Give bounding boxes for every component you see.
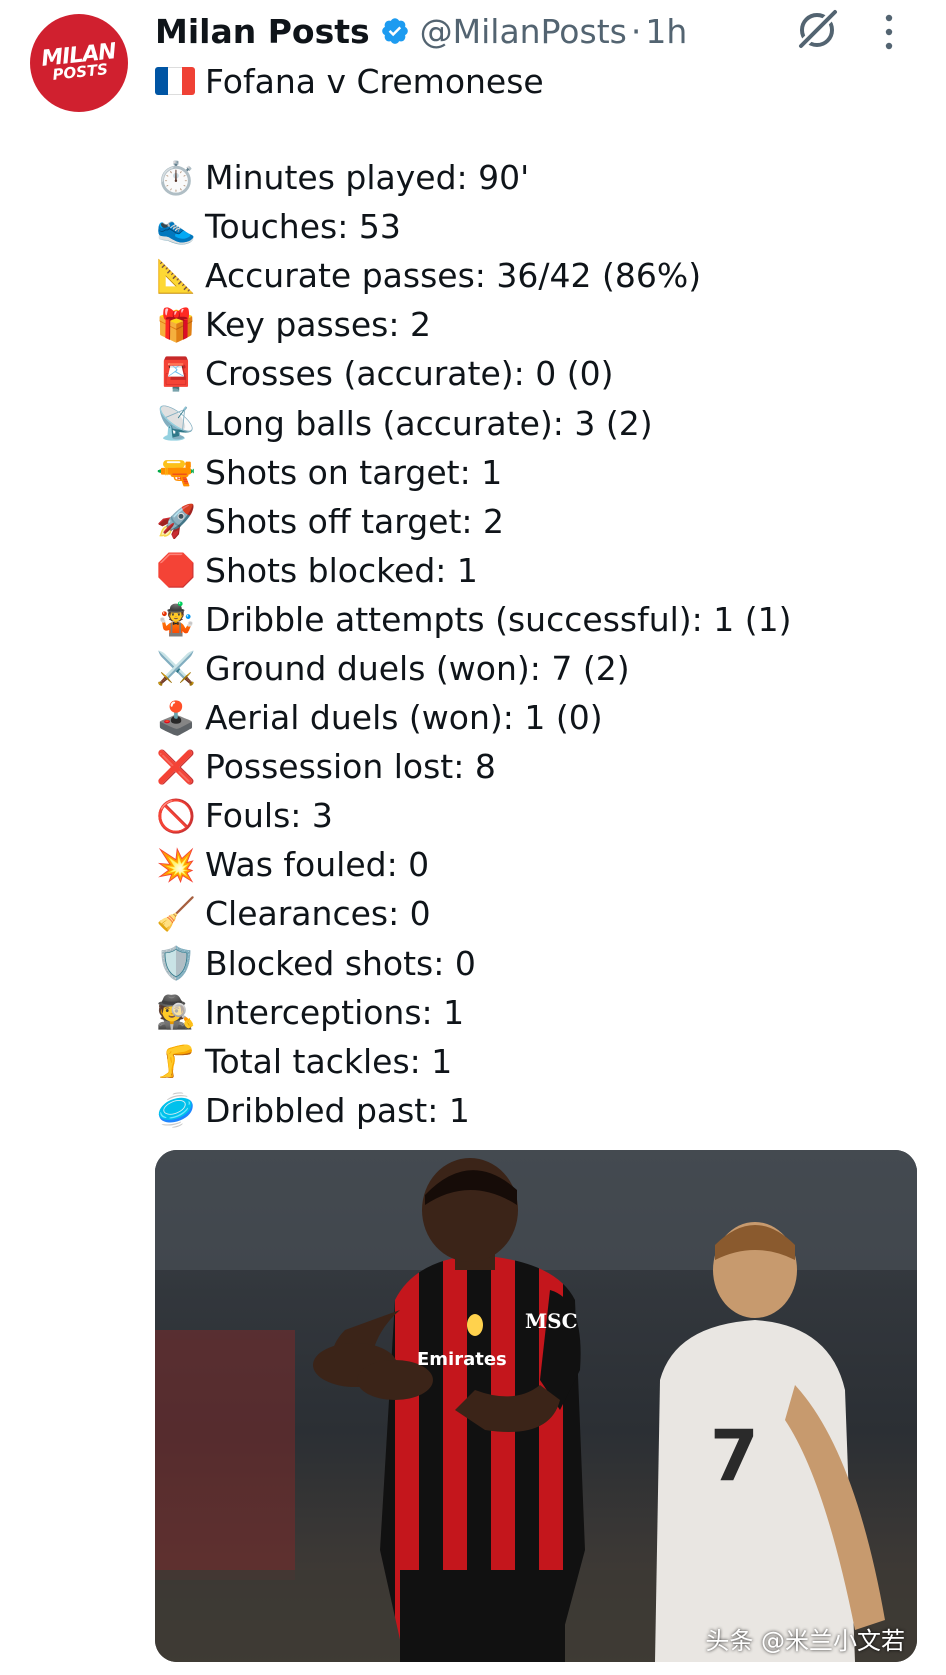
crossed-swords-icon: ⚔️	[156, 649, 196, 688]
stat-row: 💥 Was fouled: 0	[155, 840, 792, 889]
stat-row: ❌ Possession lost: 8	[155, 742, 792, 791]
stat-text: Aerial duels (won): 1 (0)	[205, 698, 603, 738]
display-name[interactable]: Milan Posts	[155, 12, 370, 51]
gift-icon: 🎁	[156, 305, 196, 344]
stat-text: Touches: 53	[205, 207, 401, 247]
more-options-icon[interactable]	[882, 12, 896, 52]
stat-row: 🕵️ Interceptions: 1	[155, 988, 792, 1037]
stop-sign-icon: 🛑	[156, 551, 196, 590]
player-photo-illustration: 7 MSC Emirates	[155, 1150, 917, 1662]
running-shoe-icon: 👟	[156, 207, 196, 246]
stat-row: 🎁 Key passes: 2	[155, 300, 792, 349]
timestamp[interactable]: 1h	[645, 12, 687, 51]
stat-row: 🛑 Shots blocked: 1	[155, 546, 792, 595]
stat-text: Total tackles: 1	[205, 1041, 453, 1081]
stat-text: Was fouled: 0	[205, 845, 430, 885]
stat-row: ⚔️ Ground duels (won): 7 (2)	[155, 644, 792, 693]
leg-icon: 🦵	[156, 1042, 196, 1081]
juggler-icon: 🤹	[156, 600, 196, 639]
stat-row: 📐 Accurate passes: 36/42 (86%)	[155, 251, 792, 300]
flying-disc-icon: 🥏	[156, 1091, 196, 1130]
chest-sponsor: Emirates	[417, 1349, 507, 1370]
detective-icon: 🕵️	[156, 993, 196, 1032]
stat-text: Crosses (accurate): 0 (0)	[205, 354, 614, 394]
postbox-icon: 📮	[156, 354, 196, 393]
stat-text: Shots blocked: 1	[205, 550, 478, 590]
avatar-logo-text: MILAN POSTS	[39, 39, 117, 84]
broom-icon: 🧹	[156, 894, 196, 933]
joystick-icon: 🕹️	[156, 698, 196, 737]
france-flag-icon	[155, 67, 195, 95]
stat-row: 👟 Touches: 53	[155, 202, 792, 251]
stats-list: ⏱️ Minutes played: 90' 👟 Touches: 53 📐 Accura…	[155, 153, 792, 1135]
stat-row: 📮 Crosses (accurate): 0 (0)	[155, 349, 792, 398]
stat-row: 🛡️ Blocked shots: 0	[155, 939, 792, 988]
grok-icon[interactable]	[793, 6, 841, 54]
stat-text: Blocked shots: 0	[205, 943, 476, 983]
stat-text: Shots off target: 2	[205, 501, 505, 541]
avatar[interactable]: MILAN POSTS	[30, 14, 128, 112]
stat-row: 🕹️ Aerial duels (won): 1 (0)	[155, 693, 792, 742]
stat-text: Dribble attempts (successful): 1 (1)	[205, 599, 792, 639]
stat-text: Ground duels (won): 7 (2)	[205, 648, 630, 688]
stat-text: Dribbled past: 1	[205, 1090, 470, 1130]
stat-row: 🔫 Shots on target: 1	[155, 448, 792, 497]
stat-text: Fouls: 3	[205, 796, 333, 836]
stat-row: 🦵 Total tackles: 1	[155, 1037, 792, 1086]
stat-row: 🚀 Shots off target: 2	[155, 497, 792, 546]
user-handle[interactable]: @MilanPosts	[420, 12, 627, 51]
tweet-photo[interactable]: 7 MSC Emirates 头条 @米兰小文若	[155, 1150, 917, 1662]
stopwatch-icon: ⏱️	[156, 158, 196, 197]
stat-row: 🚫 Fouls: 3	[155, 791, 792, 840]
stat-text: Key passes: 2	[205, 305, 431, 345]
watermark: 头条 @米兰小文若	[705, 1627, 905, 1655]
shield-icon: 🛡️	[156, 944, 196, 983]
stat-text: Accurate passes: 36/42 (86%)	[205, 256, 702, 296]
stat-text: Shots on target: 1	[205, 452, 503, 492]
stat-text: Interceptions: 1	[205, 992, 465, 1032]
stat-row: 🥏 Dribbled past: 1	[155, 1086, 792, 1135]
stat-text: Clearances: 0	[205, 894, 431, 934]
triangle-ruler-icon: 📐	[156, 256, 196, 295]
stat-text: Long balls (accurate): 3 (2)	[205, 403, 653, 443]
sleeve-sponsor: MSC	[525, 1309, 578, 1333]
stat-text: Minutes played: 90'	[205, 158, 530, 198]
tweet-header: Milan Posts @MilanPosts · 1h	[155, 8, 687, 54]
stat-row: 📡 Long balls (accurate): 3 (2)	[155, 398, 792, 447]
stat-row: 🤹 Dribble attempts (successful): 1 (1)	[155, 595, 792, 644]
stat-row: ⏱️ Minutes played: 90'	[155, 153, 792, 202]
tweet-title: Fofana v Cremonese	[205, 61, 544, 101]
collision-icon: 💥	[156, 845, 196, 884]
firework-rocket-icon: 🚀	[156, 502, 196, 541]
separator-dot: ·	[630, 11, 642, 51]
prohibited-icon: 🚫	[156, 796, 196, 835]
verified-badge-icon	[381, 18, 408, 44]
opponent-shirt-number: 7	[710, 1415, 759, 1497]
tweet-title-line: Fofana v Cremonese	[155, 57, 544, 105]
cross-mark-icon: ❌	[156, 747, 196, 786]
satellite-dish-icon: 📡	[156, 404, 196, 443]
water-pistol-icon: 🔫	[156, 453, 196, 492]
stat-row: 🧹 Clearances: 0	[155, 889, 792, 938]
stat-text: Possession lost: 8	[205, 747, 496, 787]
